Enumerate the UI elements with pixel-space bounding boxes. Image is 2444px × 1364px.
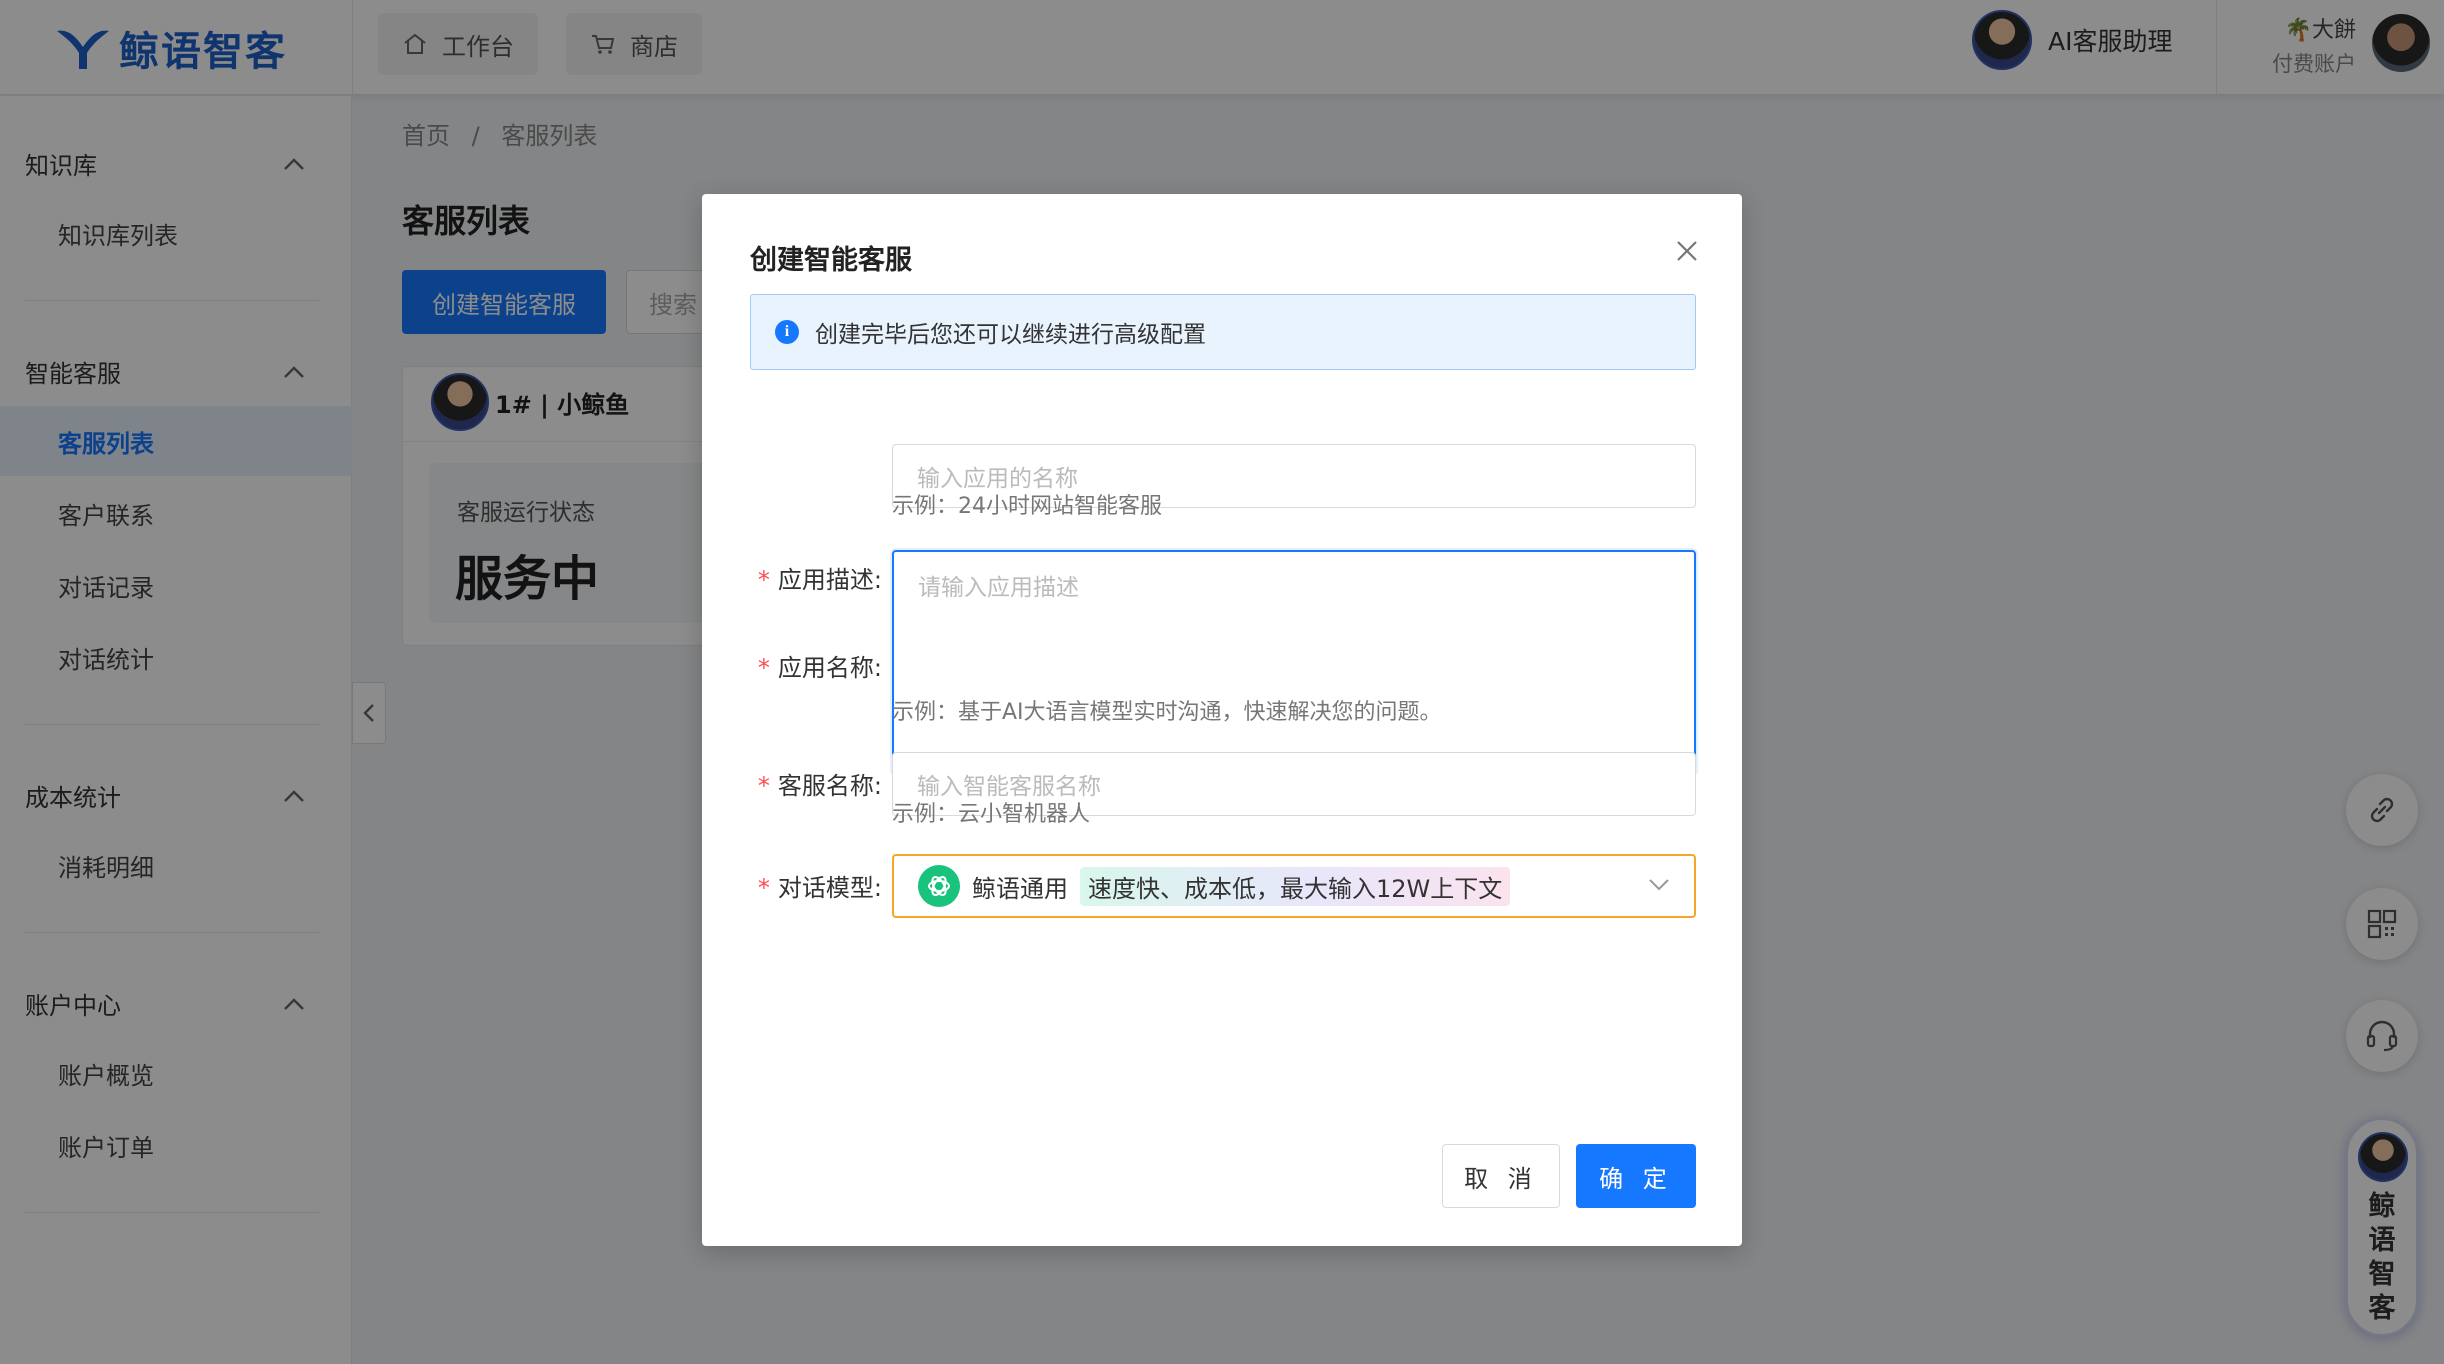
info-alert: i 创建完毕后您还可以继续进行高级配置 (750, 294, 1696, 370)
required-mark: * (757, 874, 770, 902)
info-icon: i (775, 320, 799, 344)
required-mark: * (757, 566, 770, 594)
chevron-down-icon (1649, 879, 1669, 891)
confirm-button[interactable]: 确 定 (1576, 1144, 1696, 1208)
label-text: 应用名称: (777, 654, 882, 682)
create-agent-modal: 创建智能客服 i 创建完毕后您还可以继续进行高级配置 * 应用名称: 输入应用的名… (702, 194, 1742, 1246)
label-text: 应用描述: (777, 566, 882, 594)
agent-name-hint: 示例：云小智机器人 (892, 802, 1091, 827)
model-name: 鲸语通用 (972, 874, 1068, 903)
label-text: 客服名称: (777, 772, 882, 800)
app-name-label: * 应用名称: (750, 648, 882, 683)
model-select[interactable]: 鲸语通用 速度快、成本低，最大输入12W上下文 (892, 854, 1696, 918)
close-icon[interactable] (1672, 236, 1702, 266)
app-name-hint: 示例：24小时网站智能客服 (892, 494, 1162, 519)
model-logo-icon (918, 865, 960, 907)
required-mark: * (757, 654, 770, 682)
agent-name-label: * 客服名称: (750, 766, 882, 801)
model-tag: 速度快、成本低，最大输入12W上下文 (1080, 866, 1511, 906)
model-label: * 对话模型: (750, 868, 882, 903)
cancel-button[interactable]: 取 消 (1442, 1144, 1560, 1208)
label-text: 对话模型: (777, 874, 882, 902)
app-desc-hint: 示例：基于AI大语言模型实时沟通，快速解决您的问题。 (892, 700, 1442, 725)
app-desc-label: * 应用描述: (750, 560, 882, 595)
textarea-placeholder: 请输入应用描述 (918, 575, 1079, 601)
modal-title: 创建智能客服 (750, 245, 912, 276)
required-mark: * (757, 772, 770, 800)
app-desc-textarea[interactable]: 请输入应用描述 (892, 550, 1696, 774)
alert-text: 创建完毕后您还可以继续进行高级配置 (815, 322, 1206, 348)
